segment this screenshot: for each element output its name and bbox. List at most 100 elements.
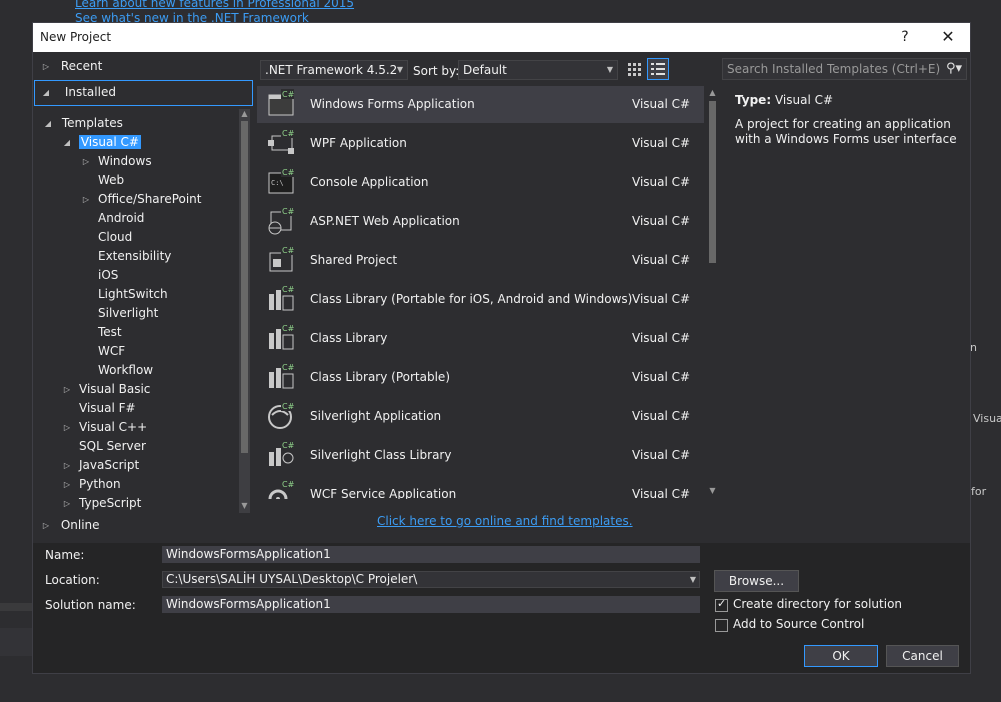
tree-item-visual-c-[interactable]: ▷ Visual C++ [62, 418, 147, 437]
tree-item-sql-server[interactable]: SQL Server [62, 437, 146, 456]
class-library-icon: C# [266, 323, 296, 353]
template-list-scrollbar[interactable]: ▲ ▼ [706, 88, 719, 499]
expand-arrow-icon: ▷ [63, 423, 71, 432]
expand-arrow-icon: ▷ [63, 385, 71, 394]
silverlight-library-icon: C# [266, 440, 296, 470]
nav-online[interactable]: ▷ Online [41, 516, 100, 535]
tree-item-extensibility[interactable]: Extensibility [81, 247, 171, 266]
scroll-up-arrow-icon[interactable]: ▲ [239, 109, 250, 118]
cancel-button[interactable]: Cancel [886, 645, 959, 667]
template-details: Type: Visual C# A project for creating a… [735, 93, 965, 147]
template-name: WPF Application [310, 136, 407, 150]
scroll-down-arrow-icon[interactable]: ▼ [707, 486, 718, 495]
class-library-icon: C# [266, 362, 296, 392]
grid-view-icon [628, 63, 641, 76]
svg-text:C#: C# [282, 207, 295, 216]
template-row[interactable]: C# Shared Project Visual C# [257, 242, 704, 279]
tree-item-templates[interactable]: ◢ Templates [43, 114, 123, 133]
tree-item-visual-f-[interactable]: Visual F# [62, 399, 136, 418]
template-description: A project for creating an application wi… [735, 117, 957, 146]
tree-item-windows[interactable]: ▷ Windows [81, 152, 152, 171]
tree-item-silverlight[interactable]: Silverlight [81, 304, 158, 323]
background-panel [0, 628, 32, 656]
template-row[interactable]: C# Silverlight Class Library Visual C# [257, 437, 704, 474]
template-tree: ◢ Templates ◢ Visual C# ▷ Windows Web ▷ Offi… [33, 109, 255, 513]
template-row[interactable]: C# Silverlight Application Visual C# [257, 398, 704, 435]
solution-name-input[interactable]: WindowsFormsApplication1 [162, 596, 700, 613]
background-text: n [970, 341, 977, 354]
template-language: Visual C# [632, 253, 691, 267]
close-button[interactable]: ✕ [938, 27, 958, 47]
nav-recent[interactable]: ▷ Recent [41, 57, 102, 76]
template-language: Visual C# [632, 448, 691, 462]
windows-forms-icon: C# [266, 89, 296, 119]
tree-item-web[interactable]: Web [81, 171, 124, 190]
template-scroll-thumb[interactable] [709, 101, 716, 263]
project-name-input[interactable]: WindowsFormsApplication1 [162, 546, 700, 563]
template-row[interactable]: C# Class Library (Portable for iOS, Andro… [257, 281, 704, 318]
template-row[interactable]: C# WPF Application Visual C# [257, 125, 704, 162]
tree-item-ios[interactable]: iOS [81, 266, 118, 285]
template-language: Visual C# [632, 409, 691, 423]
collapse-arrow-icon: ◢ [44, 119, 52, 128]
small-icons-view-button[interactable] [623, 58, 645, 80]
chevron-down-icon: ▼ [689, 575, 696, 584]
nav-installed[interactable]: ◢ Installed [34, 80, 253, 106]
class-library-icon: C# [266, 284, 296, 314]
tree-item-android[interactable]: Android [81, 209, 144, 228]
tree-item-test[interactable]: Test [81, 323, 122, 342]
template-row[interactable]: C:\ C# Console Application Visual C# [257, 164, 704, 201]
source-control-checkbox[interactable] [715, 619, 728, 632]
help-button[interactable]: ? [895, 27, 915, 47]
svg-text:C#: C# [282, 363, 295, 372]
tree-item-cloud[interactable]: Cloud [81, 228, 132, 247]
sort-select[interactable]: Default ▼ [458, 60, 618, 80]
template-name: Class Library (Portable) [310, 370, 450, 384]
console-icon: C:\ C# [266, 167, 296, 197]
new-project-dialog: New Project ? ✕ ▷ Recent ◢ Installed ◢ T… [32, 22, 971, 674]
list-view-button[interactable] [647, 58, 669, 80]
tree-item-lightswitch[interactable]: LightSwitch [81, 285, 168, 304]
wcf-icon: C# [266, 479, 296, 499]
template-name: Silverlight Application [310, 409, 442, 423]
tree-scrollbar[interactable]: ▲ ▼ [239, 109, 250, 513]
background-panel [0, 603, 32, 611]
chevron-down-icon: ▼ [606, 65, 613, 74]
name-label: Name: [45, 548, 85, 562]
source-control-label: Add to Source Control [733, 617, 865, 631]
template-list: C# Windows Forms Application Visual C# C# WP… [257, 86, 706, 499]
search-templates-input[interactable]: Search Installed Templates (Ctrl+E) ⚲▾ [722, 58, 967, 80]
tree-item-office-sharepoint[interactable]: ▷ Office/SharePoint [81, 190, 202, 209]
template-row[interactable]: C# Class Library (Portable) Visual C# [257, 359, 704, 396]
template-language: Visual C# [632, 214, 691, 228]
scroll-up-arrow-icon[interactable]: ▲ [707, 88, 718, 97]
template-language: Visual C# [632, 487, 691, 499]
tree-item-workflow[interactable]: Workflow [81, 361, 153, 380]
framework-select[interactable]: .NET Framework 4.5.2 ▼ [260, 60, 408, 80]
tree-item-python[interactable]: ▷ Python [62, 475, 121, 494]
ok-button[interactable]: OK [804, 645, 878, 667]
search-icon[interactable]: ⚲▾ [946, 59, 962, 79]
template-row[interactable]: C# Class Library Visual C# [257, 320, 704, 357]
tree-item-typescript[interactable]: ▷ TypeScript [62, 494, 141, 513]
web-app-icon: C# [266, 206, 296, 236]
tree-item-visual-csharp[interactable]: ◢ Visual C# [62, 133, 141, 152]
svg-text:C#: C# [282, 168, 295, 177]
find-online-templates-link[interactable]: Click here to go online and find templat… [377, 514, 633, 528]
template-row[interactable]: C# WCF Service Application Visual C# [257, 476, 704, 499]
location-select[interactable]: C:\Users\SALİH UYSAL\Desktop\C Projeler\… [162, 571, 700, 588]
tree-item-wcf[interactable]: WCF [81, 342, 125, 361]
svg-text:C#: C# [282, 324, 295, 333]
whats-new-link[interactable]: Learn about new features in Professional… [75, 0, 354, 11]
template-row[interactable]: C# Windows Forms Application Visual C# [257, 86, 704, 123]
template-row[interactable]: C# ASP.NET Web Application Visual C# [257, 203, 704, 240]
browse-button[interactable]: Browse... [714, 570, 799, 592]
template-name: Class Library [310, 331, 388, 345]
tree-item-visual-basic[interactable]: ▷ Visual Basic [62, 380, 151, 399]
expand-arrow-icon: ▷ [63, 480, 71, 489]
tree-item-javascript[interactable]: ▷ JavaScript [62, 456, 139, 475]
tree-scroll-thumb[interactable] [241, 121, 248, 453]
template-language: Visual C# [632, 292, 691, 306]
scroll-down-arrow-icon[interactable]: ▼ [239, 501, 250, 510]
create-directory-checkbox[interactable] [715, 597, 728, 612]
